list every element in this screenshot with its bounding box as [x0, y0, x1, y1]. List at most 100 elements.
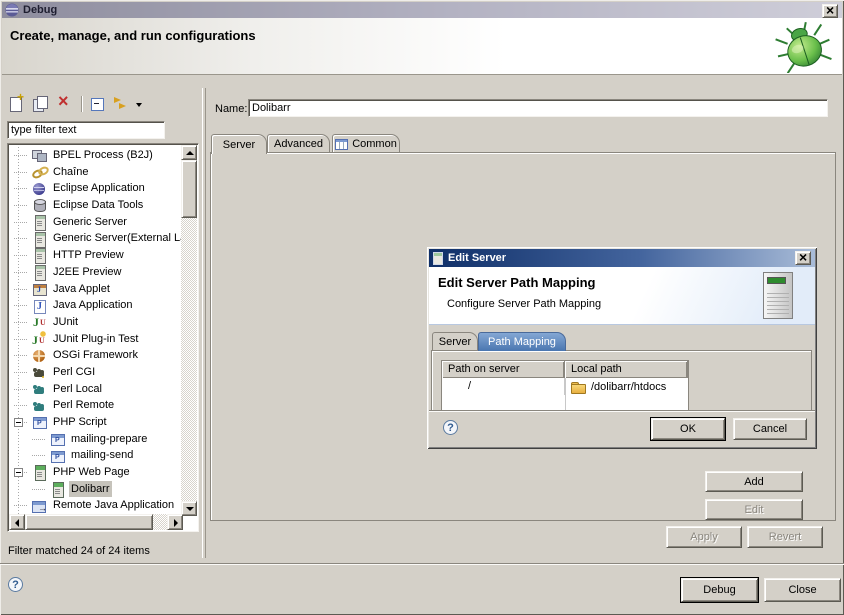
- add-button[interactable]: Add: [705, 471, 803, 492]
- tree-item-generic-server[interactable]: Generic Server: [9, 214, 183, 231]
- sidebar-toolbar: [6, 93, 145, 115]
- perl-cgi-icon: [31, 364, 47, 380]
- path-on-server-cell: /: [442, 378, 565, 395]
- debug-configurations-window: Debug Create, manage, and run configurat…: [0, 0, 844, 615]
- collapse-all-icon[interactable]: [87, 94, 109, 114]
- new-configuration-icon[interactable]: [6, 94, 28, 114]
- tab-advanced[interactable]: Advanced: [267, 134, 330, 153]
- collapse-minus-icon[interactable]: [14, 468, 23, 477]
- tree-item-dolibarr[interactable]: Dolibarr: [9, 481, 183, 498]
- tree-horizontal-scrollbar[interactable]: [9, 514, 183, 530]
- filter-icon[interactable]: [111, 94, 133, 114]
- java-applet-icon: [31, 281, 47, 297]
- tree-item-label: Perl CGI: [51, 364, 97, 381]
- horizontal-scroll-thumb[interactable]: [25, 514, 153, 530]
- database-icon: [31, 197, 47, 213]
- tree-item-generic-server-external-la[interactable]: Generic Server(External La: [9, 230, 183, 247]
- dialog-tab-server[interactable]: Server: [432, 332, 478, 350]
- tree-item-label: Generic Server: [51, 214, 129, 231]
- tab-common[interactable]: Common: [332, 134, 400, 153]
- type-filter-input[interactable]: [11, 124, 161, 136]
- window-close-button[interactable]: [822, 4, 838, 18]
- name-label: Name:: [215, 103, 247, 115]
- perl-icon: [31, 381, 47, 397]
- tree-item-php-web-page[interactable]: PHP Web Page: [9, 464, 183, 481]
- tree-item-label: JUnit: [51, 314, 80, 331]
- tree-item-java-application[interactable]: Java Application: [9, 297, 183, 314]
- debug-bug-icon: [774, 21, 834, 73]
- banner: Create, manage, and run configurations: [2, 18, 842, 75]
- tree-item-perl-cgi[interactable]: Perl CGI: [9, 364, 183, 381]
- path-mapping-content: Path on server Local path //dolibarr/htd…: [431, 350, 812, 413]
- toolbar-separator: [81, 96, 82, 112]
- column-header-local-path[interactable]: Local path: [565, 361, 688, 378]
- tree-item-j2ee-preview[interactable]: J2EE Preview: [9, 264, 183, 281]
- tree-item-php-script[interactable]: PHP Script: [9, 414, 183, 431]
- dialog-titlebar[interactable]: Edit Server: [429, 249, 815, 267]
- tree-item-cha-ne[interactable]: Chaîne: [9, 164, 183, 181]
- apply-button[interactable]: Apply: [666, 526, 742, 548]
- debug-button[interactable]: Debug: [681, 578, 758, 602]
- banner-title: Create, manage, and run configurations: [10, 28, 256, 43]
- junit-plugin-icon: [31, 331, 47, 347]
- window-title: Debug: [23, 4, 57, 16]
- dialog-title: Edit Server: [448, 252, 506, 264]
- tree-item-bpel-process-b2j-[interactable]: BPEL Process (B2J): [9, 147, 183, 164]
- tree-item-eclipse-application[interactable]: Eclipse Application: [9, 180, 183, 197]
- server-icon: [31, 264, 47, 280]
- tree-item-mailing-prepare[interactable]: mailing-prepare: [9, 431, 183, 448]
- tree-item-junit[interactable]: JUnit: [9, 314, 183, 331]
- server-icon: [433, 252, 443, 265]
- scroll-right-icon[interactable]: [167, 514, 183, 530]
- dialog-header: Edit Server Path Mapping Configure Serve…: [429, 267, 815, 325]
- tree-item-label: Dolibarr: [69, 481, 112, 498]
- help-icon[interactable]: ?: [8, 577, 23, 592]
- tab-advanced-label: Advanced: [274, 138, 323, 150]
- tree-vertical-scrollbar[interactable]: [181, 145, 197, 516]
- tree-item-perl-local[interactable]: Perl Local: [9, 381, 183, 398]
- dialog-close-button[interactable]: [795, 251, 811, 265]
- name-input[interactable]: [252, 102, 822, 114]
- column-header-path-on-server[interactable]: Path on server: [442, 361, 565, 378]
- vertical-scroll-thumb[interactable]: [181, 160, 197, 218]
- window-titlebar[interactable]: Debug: [2, 2, 842, 18]
- scroll-up-icon[interactable]: [181, 145, 197, 160]
- revert-button[interactable]: Revert: [747, 526, 823, 548]
- column-divider: [565, 378, 566, 411]
- php-script-icon: [49, 431, 65, 447]
- tree-item-label: Perl Remote: [51, 397, 116, 414]
- close-button[interactable]: Close: [764, 578, 841, 602]
- ok-button[interactable]: OK: [651, 418, 725, 440]
- collapse-minus-icon[interactable]: [14, 418, 23, 427]
- footer-separator: [0, 563, 844, 565]
- edit-server-dialog: Edit Server Edit Server Path Mapping Con…: [427, 247, 817, 449]
- tree-item-osgi-framework[interactable]: OSGi Framework: [9, 347, 183, 364]
- edit-button[interactable]: Edit: [705, 499, 803, 520]
- tree-item-remote-java-application[interactable]: Remote Java Application: [9, 497, 183, 514]
- duplicate-configuration-icon[interactable]: [30, 94, 52, 114]
- tree-item-java-applet[interactable]: Java Applet: [9, 281, 183, 298]
- dialog-tab-path-mapping[interactable]: Path Mapping: [478, 332, 566, 351]
- cancel-button[interactable]: Cancel: [733, 418, 807, 440]
- scroll-left-icon[interactable]: [9, 514, 25, 530]
- chain-icon: [31, 164, 47, 180]
- dialog-heading: Edit Server Path Mapping: [438, 275, 595, 290]
- dialog-help-icon[interactable]: ?: [443, 420, 458, 435]
- delete-configuration-icon[interactable]: [54, 94, 76, 114]
- common-tab-table-icon: [335, 139, 348, 150]
- panel-divider[interactable]: [202, 88, 206, 558]
- java-app-icon: [31, 298, 47, 314]
- scroll-down-icon[interactable]: [181, 501, 197, 516]
- tree-item-http-preview[interactable]: HTTP Preview: [9, 247, 183, 264]
- tree-item-junit-plug-in-test[interactable]: JUnit Plug-in Test: [9, 331, 183, 348]
- filter-dropdown-caret-icon[interactable]: [135, 94, 145, 114]
- tree-item-perl-remote[interactable]: Perl Remote: [9, 397, 183, 414]
- tree-item-label: Generic Server(External La: [51, 230, 183, 247]
- tree-item-eclipse-data-tools[interactable]: Eclipse Data Tools: [9, 197, 183, 214]
- tab-common-label: Common: [352, 138, 397, 150]
- tree-item-label: J2EE Preview: [51, 264, 123, 281]
- tree-item-label: Perl Local: [51, 381, 104, 398]
- tab-server[interactable]: Server: [211, 134, 267, 154]
- tree-item-mailing-send[interactable]: mailing-send: [9, 447, 183, 464]
- tree-item-label: mailing-prepare: [69, 431, 149, 448]
